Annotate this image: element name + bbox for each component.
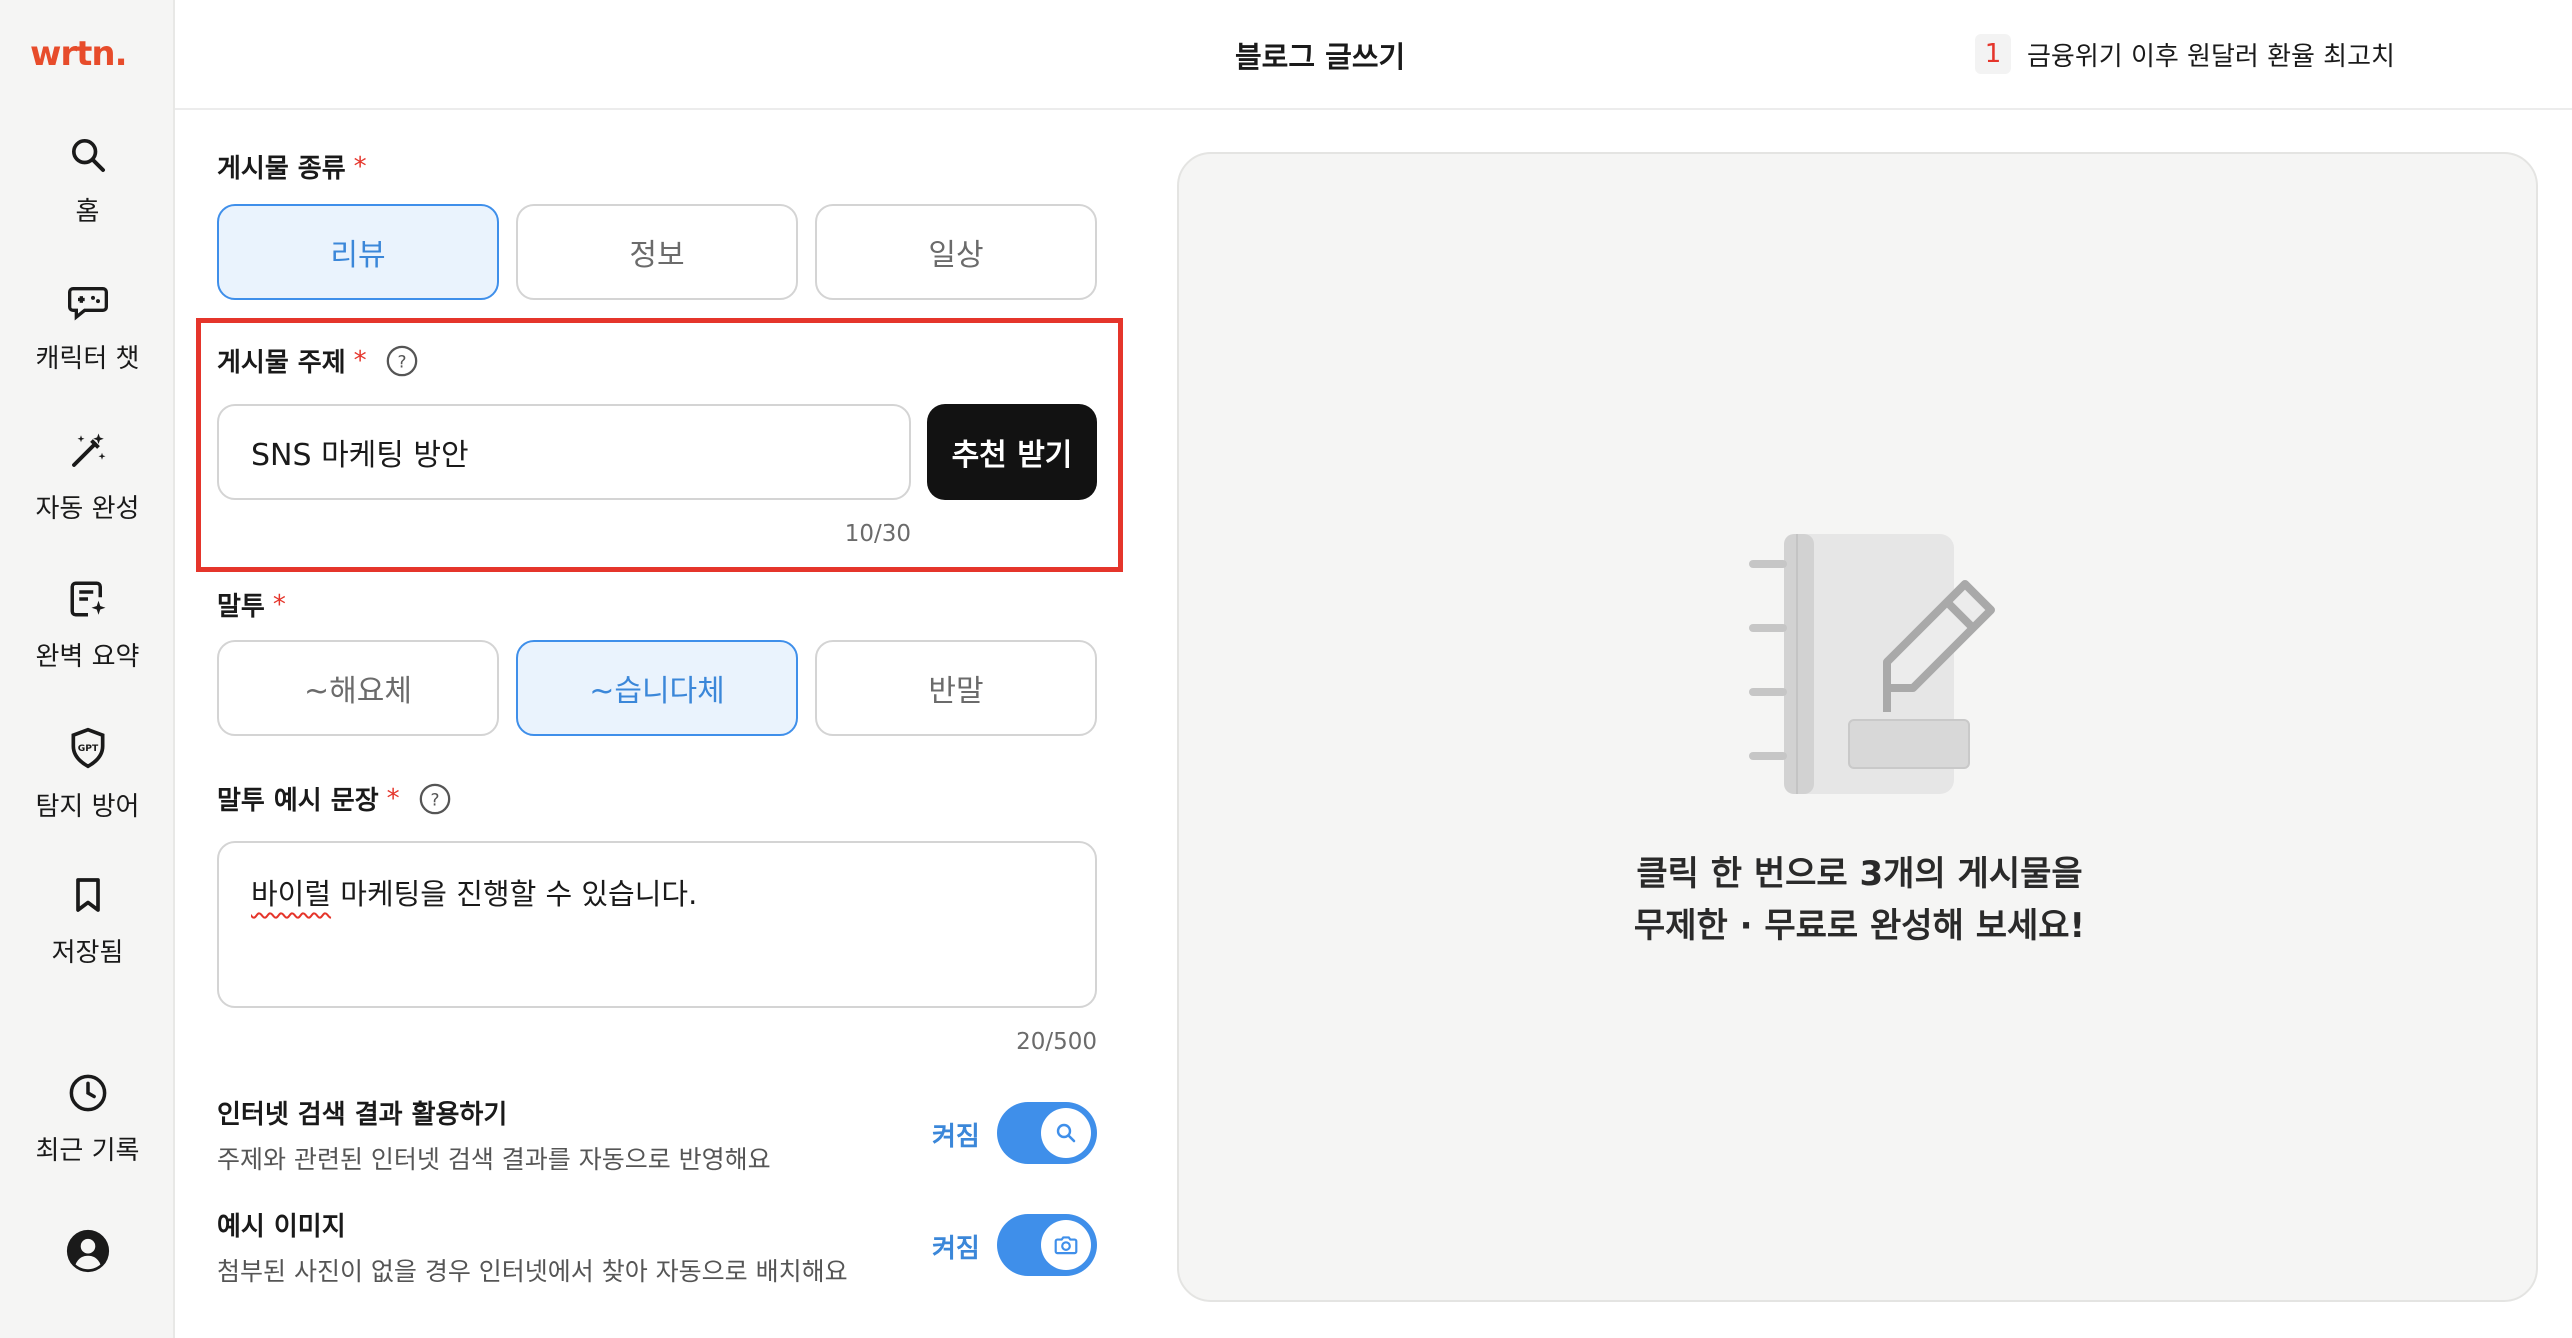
search-icon xyxy=(1056,1123,1076,1143)
web-search-desc: 주제와 관련된 인터넷 검색 결과를 자동으로 반영해요 xyxy=(217,1145,771,1174)
tone-label: 말투 xyxy=(217,592,265,622)
post-type-option-review[interactable]: 리뷰 xyxy=(217,204,499,300)
required-mark: * xyxy=(353,345,367,376)
spellcheck-word: 바이럴 xyxy=(251,877,332,911)
sidebar-item-label: 저장됨 xyxy=(51,938,124,968)
tone-example-label: 말투 예시 문장 xyxy=(217,786,379,816)
trending-keyword[interactable]: 1 금융위기 이후 원달러 환율 최고치 xyxy=(1975,34,2395,74)
app-root: wrtn. 홈 캐릭터 챗 자동 완성 완벽 요약 GPT 탐지 방어 저장됨 … xyxy=(0,0,2572,1338)
sidebar-item-detection-defense[interactable]: GPT 탐지 방어 xyxy=(0,726,175,823)
post-type-option-info[interactable]: 정보 xyxy=(516,204,798,300)
page-title: 블로그 글쓰기 xyxy=(1235,40,1406,74)
trend-rank-badge: 1 xyxy=(1975,34,2011,74)
topic-label-row: 게시물 주제 * ? xyxy=(217,342,419,379)
sidebar-item-character-chat[interactable]: 캐릭터 챗 xyxy=(0,282,175,375)
required-mark: * xyxy=(386,783,400,814)
svg-text:?: ? xyxy=(430,790,439,810)
example-image-desc: 첨부된 사진이 없을 경우 인터넷에서 찾아 자동으로 배치해요 xyxy=(217,1257,848,1286)
required-mark: * xyxy=(353,151,367,182)
notebook-pencil-icon xyxy=(1749,534,1995,794)
tone-label-row: 말투 * xyxy=(217,586,286,623)
help-icon[interactable]: ? xyxy=(385,344,419,378)
sidebar-item-autocomplete[interactable]: 자동 완성 xyxy=(0,430,175,525)
sidebar-item-label: 완벽 요약 xyxy=(35,642,140,672)
clock-icon xyxy=(69,1074,106,1112)
required-mark: * xyxy=(272,589,286,620)
sidebar-item-label: 탐지 방어 xyxy=(35,792,140,822)
svg-text:GPT: GPT xyxy=(77,743,98,754)
sidebar-item-label: 최근 기록 xyxy=(35,1136,140,1166)
post-type-option-daily[interactable]: 일상 xyxy=(815,204,1097,300)
web-search-toggle[interactable] xyxy=(997,1102,1097,1164)
tone-example-text: 마케팅을 진행할 수 있습니다. xyxy=(331,877,698,911)
bookmark-icon xyxy=(75,878,100,912)
recommend-button[interactable]: 추천 받기 xyxy=(927,404,1097,500)
camera-icon xyxy=(1054,1236,1078,1255)
sidebar-item-summary[interactable]: 완벽 요약 xyxy=(0,578,175,673)
header: 블로그 글쓰기 1 금융위기 이후 원달러 환율 최고치 xyxy=(175,0,2572,110)
search-icon xyxy=(71,139,105,172)
preview-panel: 클릭 한 번으로 3개의 게시물을 무제한 · 무료로 완성해 보세요! xyxy=(1177,152,2538,1302)
topic-input[interactable]: SNS 마케팅 방안 xyxy=(217,404,911,500)
toggle-knob xyxy=(1041,1108,1091,1158)
sidebar-item-home[interactable]: 홈 xyxy=(0,135,175,228)
gpt-shield-icon: GPT xyxy=(71,727,104,769)
topic-label: 게시물 주제 xyxy=(217,348,346,378)
game-chat-icon xyxy=(67,287,108,321)
preview-message: 클릭 한 번으로 3개의 게시물을 무제한 · 무료로 완성해 보세요! xyxy=(1179,848,2540,952)
tone-example-char-counter: 20/500 xyxy=(1016,1029,1097,1055)
logo[interactable]: wrtn. xyxy=(30,34,128,74)
tone-example-label-row: 말투 예시 문장 * ? xyxy=(217,780,452,817)
svg-text:?: ? xyxy=(397,352,406,372)
post-type-label: 게시물 종류 xyxy=(217,154,346,184)
magic-wand-icon xyxy=(71,433,105,467)
profile-button[interactable] xyxy=(0,1228,175,1274)
tone-option-banmal[interactable]: 반말 xyxy=(815,640,1097,736)
help-icon[interactable]: ? xyxy=(418,782,452,816)
preview-line-2: 무제한 · 무료로 완성해 보세요! xyxy=(1633,906,2086,946)
sidebar: wrtn. 홈 캐릭터 챗 자동 완성 완벽 요약 GPT 탐지 방어 저장됨 … xyxy=(0,0,175,1338)
trend-text: 금융위기 이후 원달러 환율 최고치 xyxy=(2027,41,2395,72)
example-image-toggle[interactable] xyxy=(997,1214,1097,1276)
example-image-title: 예시 이미지 xyxy=(217,1212,346,1242)
toggle-knob xyxy=(1041,1220,1091,1270)
sidebar-item-label: 캐릭터 챗 xyxy=(35,344,140,374)
example-image-state-label: 켜짐 xyxy=(932,1234,980,1264)
tone-option-seumnida[interactable]: ~습니다체 xyxy=(516,640,798,736)
sidebar-item-recent-history[interactable]: 최근 기록 xyxy=(0,1072,175,1167)
sidebar-item-label: 자동 완성 xyxy=(35,494,140,524)
web-search-state-label: 켜짐 xyxy=(932,1122,980,1152)
preview-line-1: 클릭 한 번으로 3개의 게시물을 xyxy=(1636,854,2083,894)
sidebar-item-label: 홈 xyxy=(75,197,100,227)
user-avatar-icon xyxy=(66,1229,109,1273)
summary-doc-icon xyxy=(70,581,105,617)
web-search-title: 인터넷 검색 결과 활용하기 xyxy=(217,1100,508,1130)
post-type-label-row: 게시물 종류 * xyxy=(217,148,367,185)
tone-example-textarea[interactable]: 바이럴 마케팅을 진행할 수 있습니다. xyxy=(217,841,1097,1008)
tone-option-haeyo[interactable]: ~해요체 xyxy=(217,640,499,736)
sidebar-item-saved[interactable]: 저장됨 xyxy=(0,874,175,969)
topic-char-counter: 10/30 xyxy=(844,521,911,547)
